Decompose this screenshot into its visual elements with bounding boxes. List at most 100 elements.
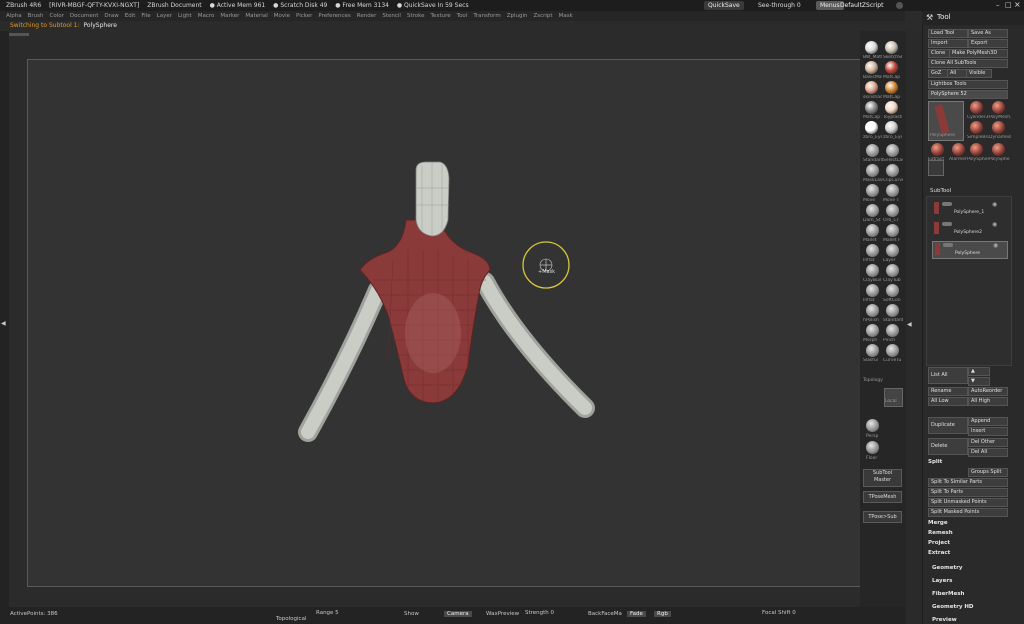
subtool-toggle[interactable] [942,202,952,206]
default-zscript[interactable]: DefaultZScript [840,1,883,10]
brush-icon[interactable] [886,164,899,177]
del-other-button[interactable]: Del Other [968,438,1008,447]
collapse-right-icon[interactable]: ◀ [907,321,912,328]
menu-edit[interactable]: Edit [125,11,136,21]
fibermesh-header[interactable]: FiberMesh [932,591,964,597]
make-polymesh-button[interactable]: Make PolyMesh3D [949,49,1008,58]
split-masked-button[interactable]: Split Masked Points [928,508,1008,517]
floor-icon[interactable] [866,441,879,454]
material-swatch[interactable] [865,61,878,74]
brush-icon[interactable] [886,264,899,277]
fade-button[interactable]: Fade [627,611,646,617]
menu-render[interactable]: Render [357,11,377,21]
groups-split-button[interactable]: Groups Split [968,468,1008,477]
help-icon[interactable] [896,2,903,9]
brush-icon[interactable] [866,144,879,157]
split-unmasked-button[interactable]: Split Unmasked Points [928,498,1008,507]
dock-toggle-icon[interactable]: ◀ [1,320,6,327]
tool-thumb[interactable] [992,121,1005,134]
menu-preferences[interactable]: Preferences [318,11,350,21]
brush-icon[interactable] [866,204,879,217]
strength-slider[interactable]: Strength 0 [525,610,554,616]
material-swatch[interactable] [865,101,878,114]
tposemesh-button[interactable]: TPoseMesh [863,491,902,503]
material-swatch[interactable] [865,81,878,94]
split-header[interactable]: Split [928,459,942,465]
menu-zplugin[interactable]: Zplugin [507,11,528,21]
rgb-button[interactable]: Rgb [654,611,671,617]
remesh-header[interactable]: Remesh [928,530,953,536]
menu-layer[interactable]: Layer [157,11,172,21]
local-button[interactable] [884,388,903,407]
insert-button[interactable]: Insert [968,427,1008,436]
menu-movie[interactable]: Movie [274,11,290,21]
backface-mask-button[interactable]: BackFaceMa [588,611,622,617]
brush-icon[interactable] [866,224,879,237]
material-swatch[interactable] [885,41,898,54]
see-through-slider[interactable]: See-through 0 [758,1,801,10]
menu-brush[interactable]: Brush [28,11,44,21]
menu-picker[interactable]: Picker [296,11,312,21]
tool-thumb[interactable] [931,143,944,156]
menu-light[interactable]: Light [178,11,192,21]
preview-header[interactable]: Preview [932,617,957,623]
brush-icon[interactable] [866,344,879,357]
menu-marker[interactable]: Marker [220,11,239,21]
clone-all-subtools-button[interactable]: Clone All SubTools [928,59,1008,68]
material-swatch[interactable] [885,81,898,94]
delete-button[interactable]: Delete [928,438,968,455]
all-low-button[interactable]: All Low [928,397,968,406]
brush-icon[interactable] [886,204,899,217]
topological-button[interactable]: Topological [276,616,306,622]
eye-icon[interactable]: ◉ [992,221,997,228]
all-high-button[interactable]: All High [968,397,1008,406]
subtool-row[interactable]: ◉ PolySphere2 [932,221,1006,237]
project-header[interactable]: Project [928,540,950,546]
focal-shift-slider[interactable]: Focal Shift 0 [762,610,796,616]
brush-icon[interactable] [866,304,879,317]
extract-header[interactable]: Extract [928,550,950,556]
tool-panel-header[interactable]: ⚒ Tool [922,11,1024,25]
tool-thumb[interactable] [970,121,983,134]
brush-icon[interactable] [866,324,879,337]
show-button[interactable]: Show [404,611,419,617]
viewport-canvas[interactable]: +Mask [27,59,867,587]
brush-icon[interactable] [886,284,899,297]
menu-document[interactable]: Document [70,11,99,21]
material-swatch[interactable] [885,121,898,134]
autoreorder-button[interactable]: AutoReorder [968,387,1008,396]
menu-mask[interactable]: Mask [559,11,573,21]
list-all-button[interactable]: List All [928,367,968,384]
tool-thumb[interactable] [992,101,1005,114]
menu-stencil[interactable]: Stencil [382,11,401,21]
tpose-sub-button[interactable]: TPose>Sub [863,511,902,523]
goz-button[interactable]: GoZ [928,69,948,78]
polysphere-slider[interactable]: PolySphere 52 [928,90,1008,99]
geometry-header[interactable]: Geometry [932,565,962,571]
polysphere-small-thumb[interactable] [928,160,944,176]
brush-icon[interactable] [866,184,879,197]
menu-tool[interactable]: Tool [457,11,468,21]
save-as-button[interactable]: Save As [968,29,1008,38]
menu-file[interactable]: File [141,11,150,21]
tool-thumb[interactable] [952,143,965,156]
menu-texture[interactable]: Texture [431,11,451,21]
brush-icon[interactable] [866,244,879,257]
brush-icon[interactable] [886,304,899,317]
split-parts-button[interactable]: Split To Parts [928,488,1008,497]
quicksave-button[interactable]: QuickSave [704,1,744,10]
material-swatch[interactable] [865,121,878,134]
persp-icon[interactable] [866,419,879,432]
material-swatch[interactable] [865,41,878,54]
close-icon[interactable]: × [1014,0,1021,9]
menu-color[interactable]: Color [50,11,64,21]
move-up-arrow[interactable]: ▲ [968,367,990,376]
export-button[interactable]: Export [968,39,1008,48]
brush-icon[interactable] [866,284,879,297]
clone-button[interactable]: Clone [928,49,950,58]
move-down-arrow[interactable]: ▼ [968,377,990,386]
visible-button[interactable]: Visible [966,69,992,78]
split-similar-button[interactable]: Split To Similar Parts [928,478,1008,487]
del-all-button[interactable]: Del All [968,448,1008,457]
layers-header[interactable]: Layers [932,578,952,584]
